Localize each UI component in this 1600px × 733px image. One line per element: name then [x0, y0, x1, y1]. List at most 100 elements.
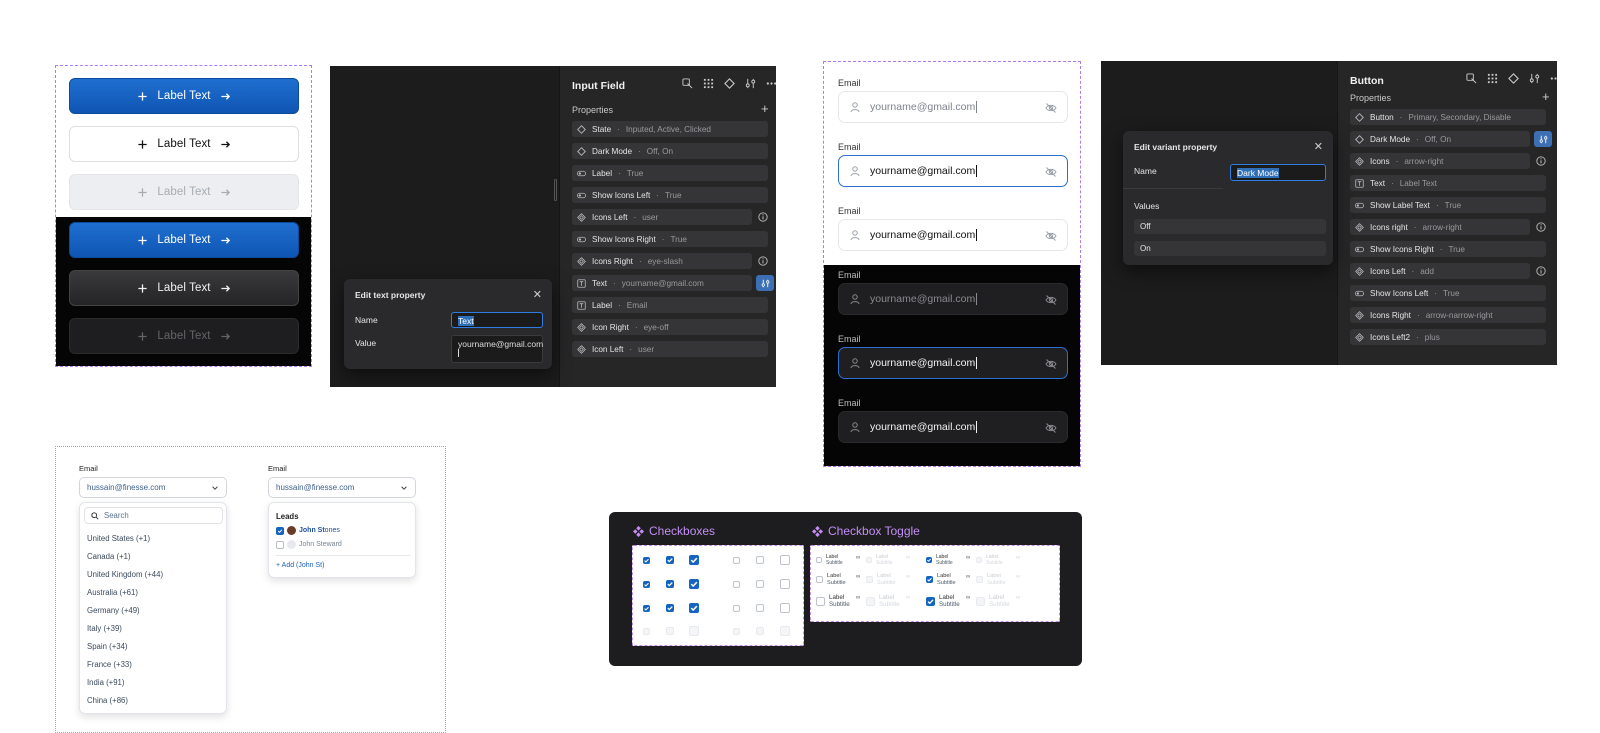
- eye-slash-icon[interactable]: [1045, 422, 1057, 434]
- grid-icon[interactable]: [703, 78, 714, 89]
- contact-checkbox[interactable]: [276, 540, 284, 549]
- property-row[interactable]: Text · yourname@gmail.com: [572, 275, 752, 291]
- country-option[interactable]: Spain (+34): [87, 642, 128, 651]
- component-icon[interactable]: [682, 78, 693, 89]
- eye-slash-icon[interactable]: [1045, 230, 1057, 242]
- more-icon[interactable]: [1550, 73, 1557, 84]
- property-row[interactable]: Label · True: [572, 165, 768, 181]
- property-row[interactable]: Icons Right · arrow-narrow-right: [1350, 307, 1546, 323]
- info-icon[interactable]: [1536, 156, 1546, 166]
- checkbox[interactable]: [756, 556, 764, 564]
- info-icon[interactable]: [758, 212, 768, 222]
- value-option-off[interactable]: Off: [1134, 219, 1326, 234]
- country-option[interactable]: China (+86): [87, 696, 128, 705]
- eye-slash-icon[interactable]: [1045, 102, 1057, 114]
- checkbox[interactable]: [643, 580, 650, 588]
- property-row[interactable]: Icons Right · eye-slash: [572, 253, 752, 269]
- resize-handle[interactable]: [554, 179, 557, 201]
- add-contact-link[interactable]: + Add (John St): [276, 562, 324, 569]
- toggle-checkbox[interactable]: [926, 557, 932, 563]
- toggle-checkbox[interactable]: [866, 597, 875, 606]
- name-input[interactable]: Text: [451, 312, 543, 328]
- toggle-checkbox[interactable]: [926, 576, 933, 583]
- info-icon[interactable]: [1536, 222, 1546, 232]
- adjust-icon[interactable]: [756, 275, 774, 291]
- property-row[interactable]: Icons Left · add: [1350, 263, 1530, 279]
- info-icon[interactable]: [1536, 266, 1546, 276]
- property-row[interactable]: Icons Left2 · plus: [1350, 329, 1546, 345]
- checkbox[interactable]: [689, 555, 699, 565]
- more-icon[interactable]: [766, 78, 776, 89]
- checkbox[interactable]: [780, 555, 790, 565]
- grid-icon[interactable]: [1487, 73, 1498, 84]
- country-option[interactable]: Italy (+39): [87, 624, 122, 633]
- add-property-icon[interactable]: +: [1542, 89, 1550, 104]
- checkbox[interactable]: [666, 627, 674, 635]
- toggle-checkbox[interactable]: [866, 557, 872, 563]
- property-row[interactable]: Dark Mode · Off, On: [572, 143, 768, 159]
- country-option[interactable]: United States (+1): [87, 534, 150, 543]
- label-button-primary[interactable]: Label Text: [69, 78, 299, 114]
- toggle-checkbox[interactable]: [816, 597, 825, 606]
- checkbox[interactable]: [689, 579, 699, 589]
- country-option[interactable]: Canada (+1): [87, 552, 131, 561]
- contact-option[interactable]: John Steward: [276, 540, 342, 549]
- property-row[interactable]: Show Icons Left · True: [572, 187, 768, 203]
- country-option[interactable]: Australia (+61): [87, 588, 138, 597]
- toggle-checkbox[interactable]: [816, 557, 822, 563]
- property-row[interactable]: Icons right · arrow-right: [1350, 219, 1530, 235]
- checkbox[interactable]: [733, 627, 740, 635]
- email-select[interactable]: hussain@finesse.com: [268, 477, 416, 498]
- checkbox[interactable]: [780, 626, 790, 636]
- label-button-disabled-dark[interactable]: Label Text: [69, 318, 299, 354]
- country-option[interactable]: India (+91): [87, 678, 125, 687]
- variant-icon[interactable]: [1508, 73, 1519, 84]
- property-row[interactable]: Show Label Text · True: [1350, 197, 1546, 213]
- search-input[interactable]: Search: [84, 507, 223, 524]
- checkbox[interactable]: [780, 603, 790, 613]
- email-input-light-active[interactable]: yourname@gmail.com: [838, 155, 1068, 187]
- property-row[interactable]: Icon Left · user: [572, 341, 768, 357]
- email-input-light-inputed[interactable]: yourname@gmail.com: [838, 91, 1068, 123]
- checkbox[interactable]: [666, 580, 674, 588]
- checkbox[interactable]: [643, 604, 650, 612]
- adjust-icon[interactable]: [745, 78, 756, 89]
- component-icon[interactable]: [1466, 73, 1477, 84]
- info-icon[interactable]: [758, 256, 768, 266]
- label-button-primary-dark[interactable]: Label Text: [69, 222, 299, 258]
- checkbox[interactable]: [666, 556, 674, 564]
- country-option[interactable]: France (+33): [87, 660, 132, 669]
- property-row[interactable]: Icons Left · user: [572, 209, 752, 225]
- checkbox[interactable]: [689, 626, 699, 636]
- checkbox[interactable]: [689, 603, 699, 613]
- checkbox[interactable]: [643, 556, 650, 564]
- toggle-checkbox[interactable]: [976, 557, 982, 563]
- toggle-checkbox[interactable]: [976, 597, 985, 606]
- country-option[interactable]: United Kingdom (+44): [87, 570, 163, 579]
- variant-icon[interactable]: [724, 78, 735, 89]
- email-input-dark-active[interactable]: yourname@gmail.com: [838, 347, 1068, 379]
- checkbox[interactable]: [780, 579, 790, 589]
- label-button-disabled[interactable]: Label Text: [69, 174, 299, 210]
- property-row[interactable]: Dark Mode · Off, On: [1350, 131, 1530, 147]
- country-option[interactable]: Germany (+49): [87, 606, 140, 615]
- property-row[interactable]: Show Icons Right · True: [572, 231, 768, 247]
- email-input-dark-clicked[interactable]: yourname@gmail.com: [838, 411, 1068, 443]
- close-icon[interactable]: ✕: [533, 288, 542, 301]
- name-input[interactable]: Dark Mode: [1230, 164, 1326, 181]
- property-row[interactable]: Icons · arrow-right: [1350, 153, 1530, 169]
- property-row[interactable]: State · Inputed, Active, Clicked: [572, 121, 768, 137]
- checkbox[interactable]: [643, 627, 650, 635]
- toggle-checkbox[interactable]: [866, 576, 873, 583]
- property-row[interactable]: Show Icons Right · True: [1350, 241, 1546, 257]
- checkbox[interactable]: [756, 580, 764, 588]
- eye-slash-icon[interactable]: [1045, 166, 1057, 178]
- email-input-light-clicked[interactable]: yourname@gmail.com: [838, 219, 1068, 251]
- eye-slash-icon[interactable]: [1045, 294, 1057, 306]
- adjust-icon[interactable]: [1529, 73, 1540, 84]
- toggle-checkbox[interactable]: [926, 597, 935, 606]
- label-button-secondary-dark[interactable]: Label Text: [69, 270, 299, 306]
- value-input[interactable]: yourname@gmail.com: [451, 335, 543, 363]
- checkbox[interactable]: [733, 556, 740, 564]
- adjust-icon[interactable]: [1534, 131, 1552, 147]
